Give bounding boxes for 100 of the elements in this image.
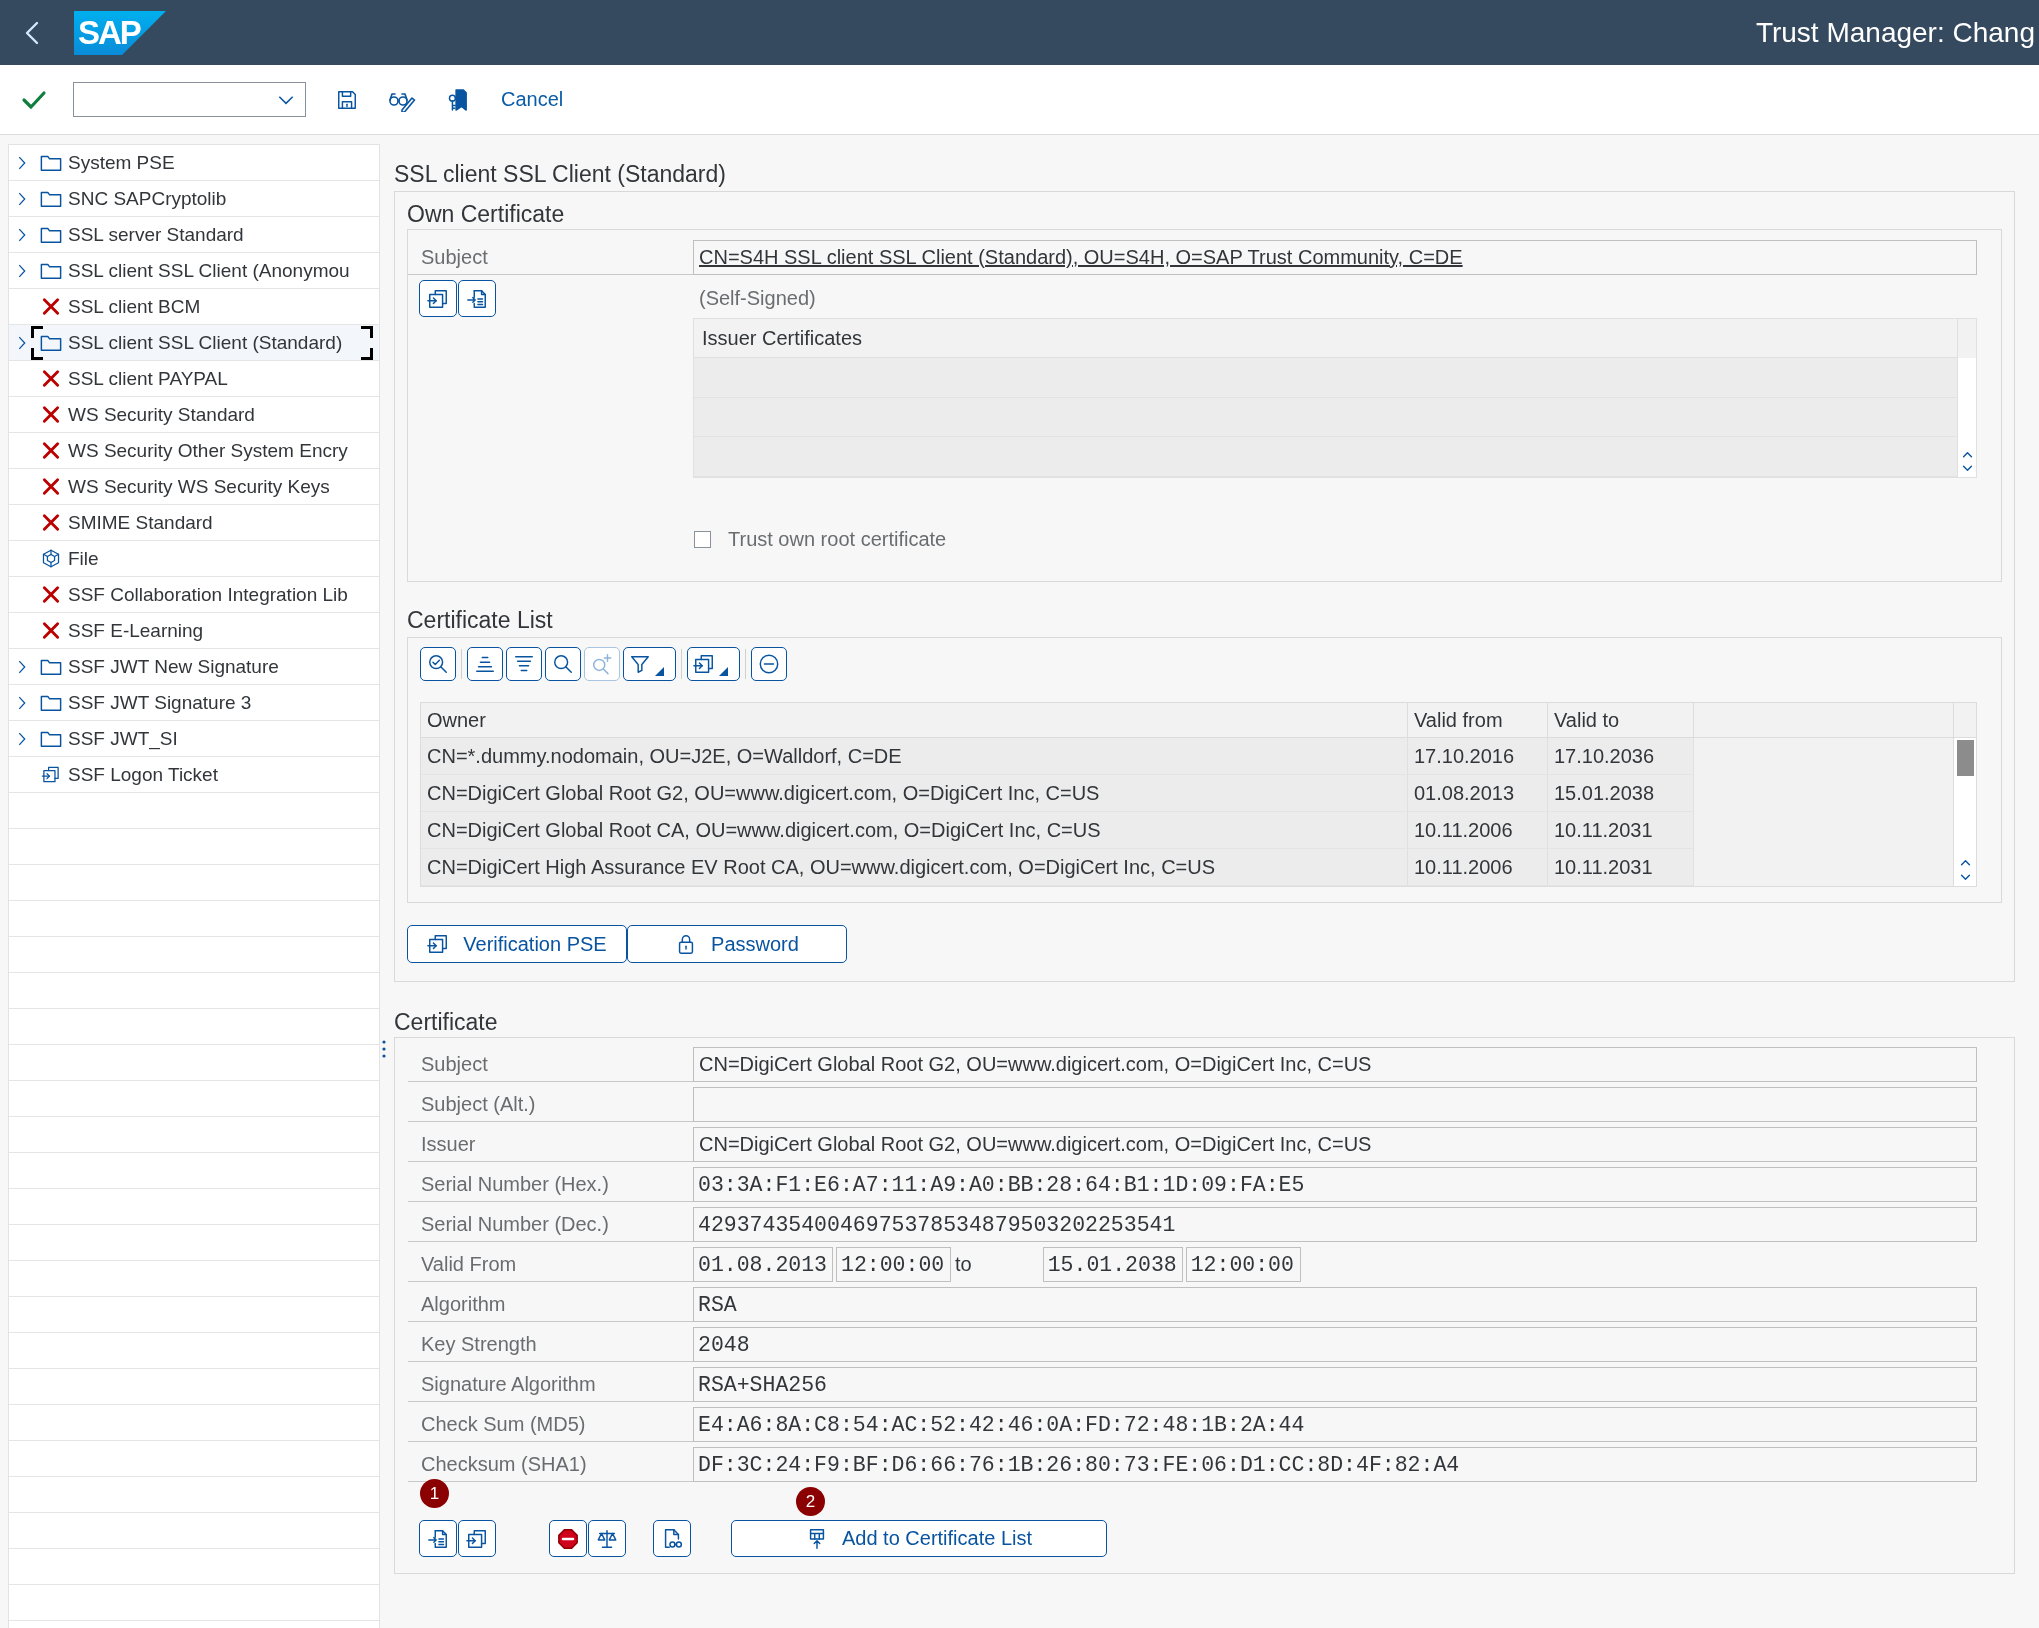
time-field[interactable]: 12:00:00 (836, 1247, 951, 1282)
scroll-down-icon[interactable] (1959, 874, 1971, 881)
document-arrow-icon (466, 287, 488, 310)
expand-icon[interactable] (18, 263, 26, 278)
value-field[interactable]: DF:3C:24:F9:BF:D6:66:76:1B:26:80:73:FE:06:D1:CC:8D:4F:82:A4 (693, 1447, 1977, 1482)
column-header[interactable]: Valid from (1408, 703, 1548, 737)
date-field[interactable]: 15.01.2038 (1042, 1247, 1183, 1282)
table-cell: CN=DigiCert Global Root CA, OU=www.digicert.com, O=DigiCert Inc, C=US (421, 812, 1408, 849)
scrollbar[interactable] (1958, 358, 1976, 477)
expand-icon[interactable] (18, 155, 26, 170)
folder-icon (40, 693, 62, 712)
import-icon (40, 765, 62, 784)
display-button[interactable] (653, 1520, 691, 1557)
range-label: to (955, 1253, 972, 1276)
subject-link[interactable]: CN=S4H SSL client SSL Client (Standard), OU=S4H, O=SAP Trust Community, C=DE (699, 246, 1463, 269)
export-button[interactable] (687, 647, 740, 681)
table-cell: 15.01.2038 (1548, 775, 1694, 812)
value-field[interactable]: RSA+SHA256 (693, 1367, 1977, 1402)
scroll-up-icon[interactable] (1961, 451, 1973, 458)
import-icon (466, 1527, 488, 1550)
scroll-up-icon[interactable] (1959, 859, 1971, 866)
magnifier-check-icon (427, 653, 449, 675)
value-field[interactable]: CN=DigiCert Global Root G2, OU=www.digicert.com, O=DigiCert Inc, C=US (693, 1127, 1977, 1162)
cancel-button[interactable]: Cancel (501, 88, 564, 111)
table-cell: 17.10.2036 (1548, 738, 1694, 775)
cross-icon (40, 441, 62, 460)
back-icon[interactable] (25, 20, 39, 45)
add-to-list-button[interactable]: Add to Certificate List (731, 1520, 1107, 1557)
section-title: SSL client SSL Client (Standard) (394, 160, 727, 188)
group-title: Certificate List (407, 606, 554, 634)
table-cell: 10.11.2006 (1408, 849, 1548, 886)
document-arrow-icon (427, 1527, 449, 1550)
step-badge: 1 (420, 1479, 449, 1508)
scales-icon (596, 1527, 618, 1550)
caret-icon (655, 667, 664, 676)
tree-item[interactable]: SSL client SSL Client (Standard) (9, 325, 379, 361)
hexagon-icon (40, 549, 62, 568)
date-field[interactable]: 01.08.2013 (693, 1247, 833, 1282)
export-button[interactable] (458, 280, 496, 317)
stop-button[interactable] (549, 1520, 587, 1557)
subject-field[interactable]: CN=S4H SSL client SSL Client (Standard), OU=S4H, O=SAP Trust Community, C=DE (693, 240, 1977, 275)
column-header[interactable]: Owner (421, 703, 1408, 737)
import-icon (427, 287, 449, 310)
import-icon (427, 933, 450, 955)
check-icon[interactable] (21, 88, 47, 111)
search-icon (552, 653, 574, 675)
verification-pse-button[interactable]: Verification PSE (407, 925, 627, 963)
import-button[interactable] (419, 280, 457, 317)
stop-sign-icon (557, 1527, 579, 1550)
filter-icon (629, 653, 651, 675)
expand-icon[interactable] (18, 695, 26, 710)
chevron-down-icon[interactable] (277, 95, 295, 105)
expand-icon[interactable] (18, 227, 26, 242)
cross-icon (40, 369, 62, 388)
delete-button[interactable] (751, 647, 787, 681)
table-cell: CN=DigiCert Global Root G2, OU=www.digicert.com, O=DigiCert Inc, C=US (421, 775, 1408, 812)
key-icon[interactable] (446, 87, 468, 112)
compare-button[interactable] (588, 1520, 626, 1557)
folder-icon (40, 189, 62, 208)
cross-icon (40, 405, 62, 424)
value-field[interactable]: E4:A6:8A:C8:54:AC:52:42:46:0A:FD:72:48:1B:2A:44 (693, 1407, 1977, 1442)
folder-icon (40, 729, 62, 748)
scroll-down-icon[interactable] (1961, 465, 1973, 472)
sort-ascending-button[interactable] (467, 647, 503, 681)
time-field[interactable]: 12:00:00 (1185, 1247, 1301, 1282)
value-field[interactable]: 2048 (693, 1327, 1977, 1362)
import-icon (693, 653, 715, 675)
value-field[interactable]: CN=DigiCert Global Root G2, OU=www.digicert.com, O=DigiCert Inc, C=US (693, 1047, 1977, 1082)
cross-icon (40, 621, 62, 640)
folder-icon (40, 657, 62, 676)
scrollbar[interactable] (1954, 738, 1976, 886)
table-cell: 17.10.2016 (1408, 738, 1548, 775)
value-field[interactable]: 4293743540046975378534879503202253541 (693, 1207, 1977, 1242)
checkbox-label: Trust own root certificate (728, 528, 947, 551)
expand-icon[interactable] (18, 335, 26, 350)
expand-icon[interactable] (18, 191, 26, 206)
password-button[interactable]: Password (627, 925, 847, 963)
table-cell: CN=*.dummy.nodomain, OU=J2E, O=Walldorf, C=DE (421, 738, 1408, 775)
sort-descending-button[interactable] (506, 647, 542, 681)
export-button[interactable] (419, 1520, 457, 1557)
scrollbar-thumb[interactable] (1956, 740, 1974, 776)
window-title: Trust Manager: Chang (1755, 16, 2036, 49)
value-field[interactable] (693, 1087, 1977, 1122)
expand-icon[interactable] (18, 731, 26, 746)
value-field[interactable]: RSA (693, 1287, 1977, 1322)
import-button[interactable] (458, 1520, 496, 1557)
command-field[interactable] (73, 82, 306, 117)
column-header[interactable]: Valid to (1548, 703, 1694, 737)
search-button[interactable] (545, 647, 581, 681)
checkbox[interactable] (694, 531, 711, 548)
folder-icon (40, 153, 62, 172)
folder-icon (40, 261, 62, 280)
splitter-handle[interactable] (382, 1040, 386, 1058)
table-cell: 01.08.2013 (1408, 775, 1548, 812)
expand-icon[interactable] (18, 659, 26, 674)
details-button[interactable] (420, 647, 456, 681)
group-title: Certificate (394, 1008, 499, 1036)
filter-button[interactable] (623, 647, 676, 681)
step-badge: 2 (796, 1487, 825, 1516)
value-field[interactable]: 03:3A:F1:E6:A7:11:A9:A0:BB:28:64:B1:1D:09:FA:E5 (693, 1167, 1977, 1202)
